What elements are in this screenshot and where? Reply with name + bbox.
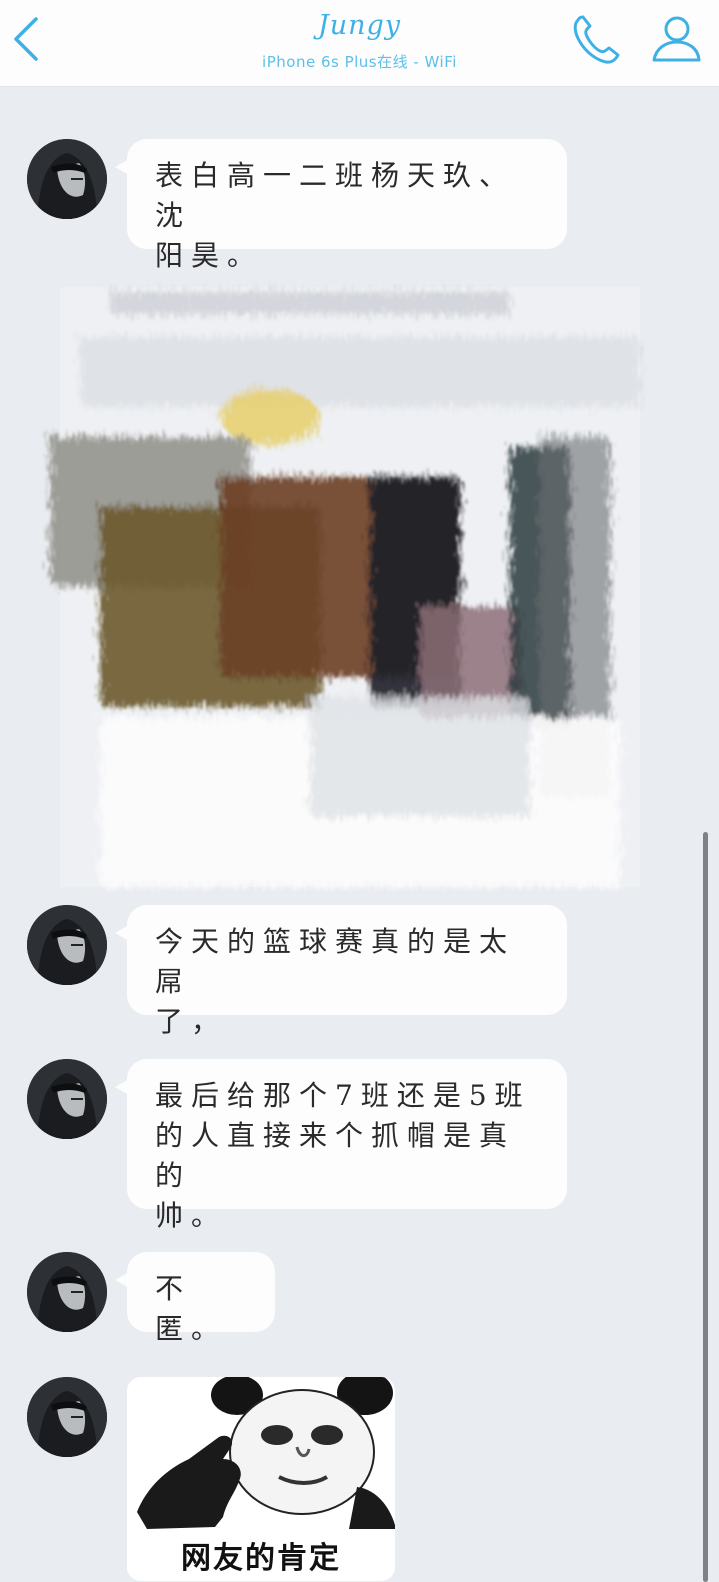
avatar-portrait [27, 1377, 107, 1457]
avatar[interactable] [27, 139, 107, 219]
message-line: 今天的篮球赛真的是太屌 [155, 925, 516, 998]
message-list[interactable]: 表白高一二班杨天玖、沈 阳昊。 今天的篮球赛真的是太屌 了， 最后给那个7班还是… [0, 87, 719, 1582]
panda-sticker[interactable]: 网友的肯定 [127, 1377, 395, 1581]
painting-artwork [50, 287, 640, 887]
avatar-portrait [27, 905, 107, 985]
scrollbar[interactable] [703, 832, 708, 1582]
message-line: 最后给那个7班还是5班 [155, 1079, 531, 1112]
painting-image[interactable] [40, 277, 660, 897]
message-line: 了， [155, 1005, 228, 1038]
avatar[interactable] [27, 905, 107, 985]
message-line: 不匿。 [155, 1272, 228, 1345]
message-line: 阳昊。 [155, 239, 264, 272]
message-bubble[interactable]: 表白高一二班杨天玖、沈 阳昊。 [115, 139, 567, 272]
message-bubble[interactable]: 今天的篮球赛真的是太屌 了， [115, 905, 567, 1038]
avatar[interactable] [27, 1059, 107, 1139]
avatar[interactable] [27, 1252, 107, 1332]
avatar-portrait [27, 1059, 107, 1139]
message-line: 的人直接来个抓帽是真的 [155, 1119, 516, 1192]
avatar-portrait [27, 1252, 107, 1332]
profile-button[interactable] [648, 12, 704, 66]
message-line: 表白高一二班杨天玖、沈 [155, 159, 516, 232]
message-bubble[interactable]: 不匿。 [115, 1252, 275, 1345]
message-bubble[interactable]: 最后给那个7班还是5班 的人直接来个抓帽是真的 帅。 [115, 1059, 567, 1232]
person-icon [652, 16, 701, 62]
avatar[interactable] [27, 1377, 107, 1457]
avatar-portrait [27, 139, 107, 219]
sticker-caption: 网友的肯定 [181, 1541, 341, 1576]
phone-icon [573, 15, 620, 64]
call-button[interactable] [568, 12, 624, 66]
chat-header: Jungy iPhone 6s Plus在线 - WiFi [0, 0, 719, 87]
message-line: 帅。 [155, 1199, 228, 1232]
